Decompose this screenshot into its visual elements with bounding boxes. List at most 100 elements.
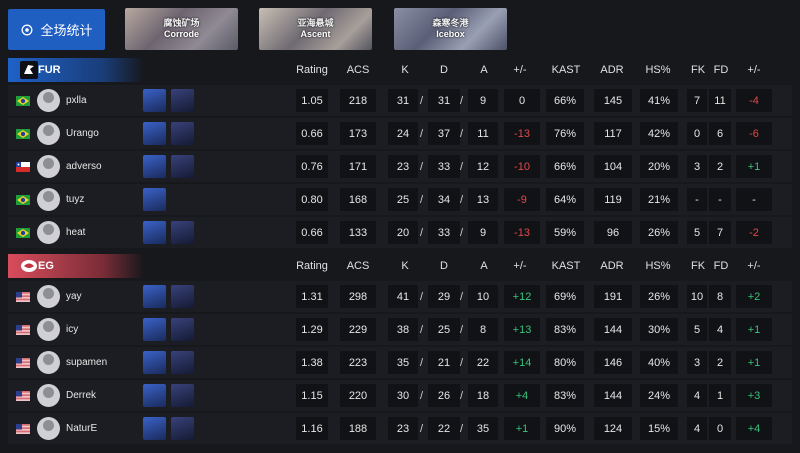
player-name[interactable]: pxlla — [66, 95, 87, 106]
agent-icon — [171, 122, 194, 145]
stat-rating: 0.76 — [296, 155, 328, 178]
stat-hs: 21% — [640, 188, 678, 211]
kda-separator: / — [420, 161, 424, 173]
team-name: FUR — [38, 64, 61, 76]
player-name[interactable]: Derrek — [66, 390, 96, 401]
player-row[interactable]: supamen 1.38 223 35 21 22 +14 80% 146 40% 3 2 +1 / / — [8, 347, 792, 378]
map-tab-corrode[interactable]: 腐蚀矿场 Corrode — [125, 8, 238, 50]
stat-pm: +14 — [504, 351, 540, 374]
stat-adr: 117 — [594, 122, 632, 145]
stat-d: 25 — [428, 318, 460, 341]
stat-pm: -13 — [504, 221, 540, 244]
stat-acs: 223 — [340, 351, 376, 374]
stat-pm: +12 — [504, 285, 540, 308]
player-avatar — [37, 122, 60, 145]
flag-brazil-icon — [16, 228, 30, 238]
stat-rating: 0.80 — [296, 188, 328, 211]
overall-stats-button[interactable]: 全场统计 — [8, 9, 105, 50]
stat-k: 41 — [388, 285, 418, 308]
stat-fd: 4 — [709, 318, 731, 341]
player-row[interactable]: heat 0.66 133 20 33 9 -13 59% 96 26% 5 7 -2 / / — [8, 217, 792, 248]
stat-fd: 2 — [709, 155, 731, 178]
stat-k: 23 — [388, 155, 418, 178]
player-name[interactable]: yay — [66, 291, 82, 302]
agent-icon — [143, 89, 166, 112]
team-header: EG Rating ACS K D A +/- KAST ADR HS% FK FD +/- — [0, 254, 800, 278]
stat-hs: 41% — [640, 89, 678, 112]
stat-pm: 0 — [504, 89, 540, 112]
stat-hs: 20% — [640, 155, 678, 178]
stat-k: 30 — [388, 384, 418, 407]
agent-icon — [143, 384, 166, 407]
stat-hs: 40% — [640, 351, 678, 374]
stat-acs: 188 — [340, 417, 376, 440]
stat-adr: 144 — [594, 318, 632, 341]
player-name[interactable]: NaturE — [66, 423, 97, 434]
stat-pm: -13 — [504, 122, 540, 145]
agent-icon — [171, 351, 194, 374]
stat-k: 20 — [388, 221, 418, 244]
player-name[interactable]: tuyz — [66, 194, 84, 205]
player-row[interactable]: tuyz 0.80 168 25 34 13 -9 64% 119 21% - - - / / — [8, 184, 792, 215]
player-row[interactable]: pxlla 1.05 218 31 31 9 0 66% 145 41% 7 11 -4 / / — [8, 85, 792, 116]
stat-fk: 5 — [687, 221, 707, 244]
map-tab-cn-label: 腐蚀矿场 — [163, 18, 200, 28]
agent-icon — [171, 318, 194, 341]
player-row[interactable]: NaturE 1.16 188 23 22 35 +1 90% 124 15% 4 0 +4 / / — [8, 413, 792, 444]
team-name-band: FUR — [8, 58, 144, 82]
kda-separator: / — [460, 161, 464, 173]
agent-icon — [143, 122, 166, 145]
stat-fpm: +1 — [736, 351, 772, 374]
kda-separator: / — [420, 194, 424, 206]
player-name[interactable]: heat — [66, 227, 85, 238]
agent-icon — [171, 285, 194, 308]
stat-fd: 11 — [709, 89, 731, 112]
column-header-hspct: HS% — [645, 260, 671, 272]
player-row[interactable]: Urango 0.66 173 24 37 11 -13 76% 117 42% 0 6 -6 / / — [8, 118, 792, 149]
agent-icon — [143, 318, 166, 341]
stat-hs: 26% — [640, 221, 678, 244]
player-name[interactable]: icy — [66, 324, 78, 335]
player-name[interactable]: Urango — [66, 128, 99, 139]
player-name[interactable]: adverso — [66, 161, 102, 172]
stat-fpm: +1 — [736, 318, 772, 341]
player-row[interactable]: icy 1.29 229 38 25 8 +13 83% 144 30% 5 4 +1 / / — [8, 314, 792, 345]
stat-a: 13 — [468, 188, 498, 211]
agent-icon — [143, 285, 166, 308]
column-header-hspct: HS% — [645, 64, 671, 76]
agent-icon — [143, 188, 166, 211]
team-header: FUR Rating ACS K D A +/- KAST ADR HS% FK FD +/- — [0, 58, 800, 82]
column-header-plus-minus: +/- — [513, 64, 527, 76]
player-name[interactable]: supamen — [66, 357, 107, 368]
stat-pm: -10 — [504, 155, 540, 178]
map-tab-icebox[interactable]: 森寒冬港 Icebox — [394, 8, 507, 50]
column-header-kast: KAST — [551, 260, 581, 272]
kda-separator: / — [420, 324, 424, 336]
kda-separator: / — [420, 128, 424, 140]
column-header-a: A — [480, 260, 488, 272]
flag-usa-icon — [16, 358, 30, 368]
column-header-k: K — [401, 64, 409, 76]
column-header-plus-minus: +/- — [513, 260, 527, 272]
stat-kast: 80% — [546, 351, 584, 374]
stat-k: 24 — [388, 122, 418, 145]
map-tab-ascent[interactable]: 亚海悬城 Ascent — [259, 8, 372, 50]
stat-fpm: -2 — [736, 221, 772, 244]
stat-a: 9 — [468, 221, 498, 244]
player-row[interactable]: yay 1.31 298 41 29 10 +12 69% 191 26% 10 8 +2// — [8, 281, 792, 312]
stat-k: 25 — [388, 188, 418, 211]
stat-acs: 171 — [340, 155, 376, 178]
column-header-acs: ACS — [346, 64, 370, 76]
kda-separator: / — [460, 357, 464, 369]
stat-acs: 133 — [340, 221, 376, 244]
agent-icon — [171, 221, 194, 244]
stat-a: 35 — [468, 417, 498, 440]
stat-a: 12 — [468, 155, 498, 178]
stat-rating: 0.66 — [296, 221, 328, 244]
kda-separator: / — [460, 227, 464, 239]
player-row[interactable]: adverso 0.76 171 23 33 12 -10 66% 104 20% 3 2 +1 / / — [8, 151, 792, 182]
player-row[interactable]: Derrek 1.15 220 30 26 18 +4 83% 144 24% 4 1 +3 / / — [8, 380, 792, 411]
map-tab-en-label: Ascent — [300, 29, 331, 39]
stat-fk: 10 — [687, 285, 707, 308]
stat-a: 8 — [468, 318, 498, 341]
